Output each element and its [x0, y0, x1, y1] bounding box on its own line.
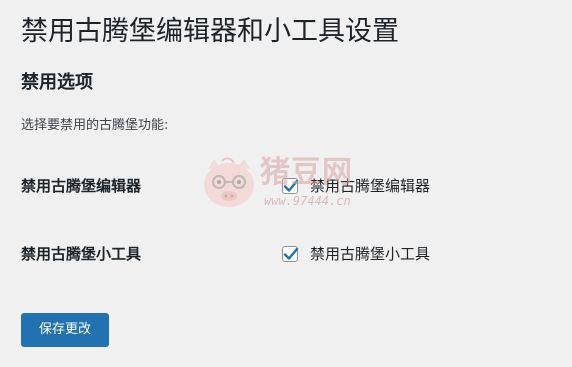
option-disable-widgets[interactable]: 禁用古腾堡小工具: [282, 243, 430, 265]
section-title: 禁用选项: [21, 72, 93, 93]
pig-logo-icon: [204, 157, 254, 207]
save-changes-button[interactable]: 保存更改: [21, 313, 109, 347]
disable-editor-checkbox-label[interactable]: 禁用古腾堡编辑器: [310, 175, 430, 197]
row-label-disable-widgets: 禁用古腾堡小工具: [21, 245, 142, 263]
row-label-disable-editor: 禁用古腾堡编辑器: [21, 177, 142, 195]
checkmark-icon: [283, 179, 299, 192]
section-description: 选择要禁用的古腾堡功能:: [21, 118, 169, 133]
disable-widgets-checkbox-label[interactable]: 禁用古腾堡小工具: [310, 243, 430, 265]
checkmark-icon: [283, 247, 299, 260]
page-title: 禁用古腾堡编辑器和小工具设置: [21, 16, 399, 47]
disable-widgets-checkbox[interactable]: [282, 246, 299, 262]
option-disable-editor[interactable]: 禁用古腾堡编辑器: [282, 175, 430, 197]
disable-editor-checkbox[interactable]: [282, 178, 299, 194]
